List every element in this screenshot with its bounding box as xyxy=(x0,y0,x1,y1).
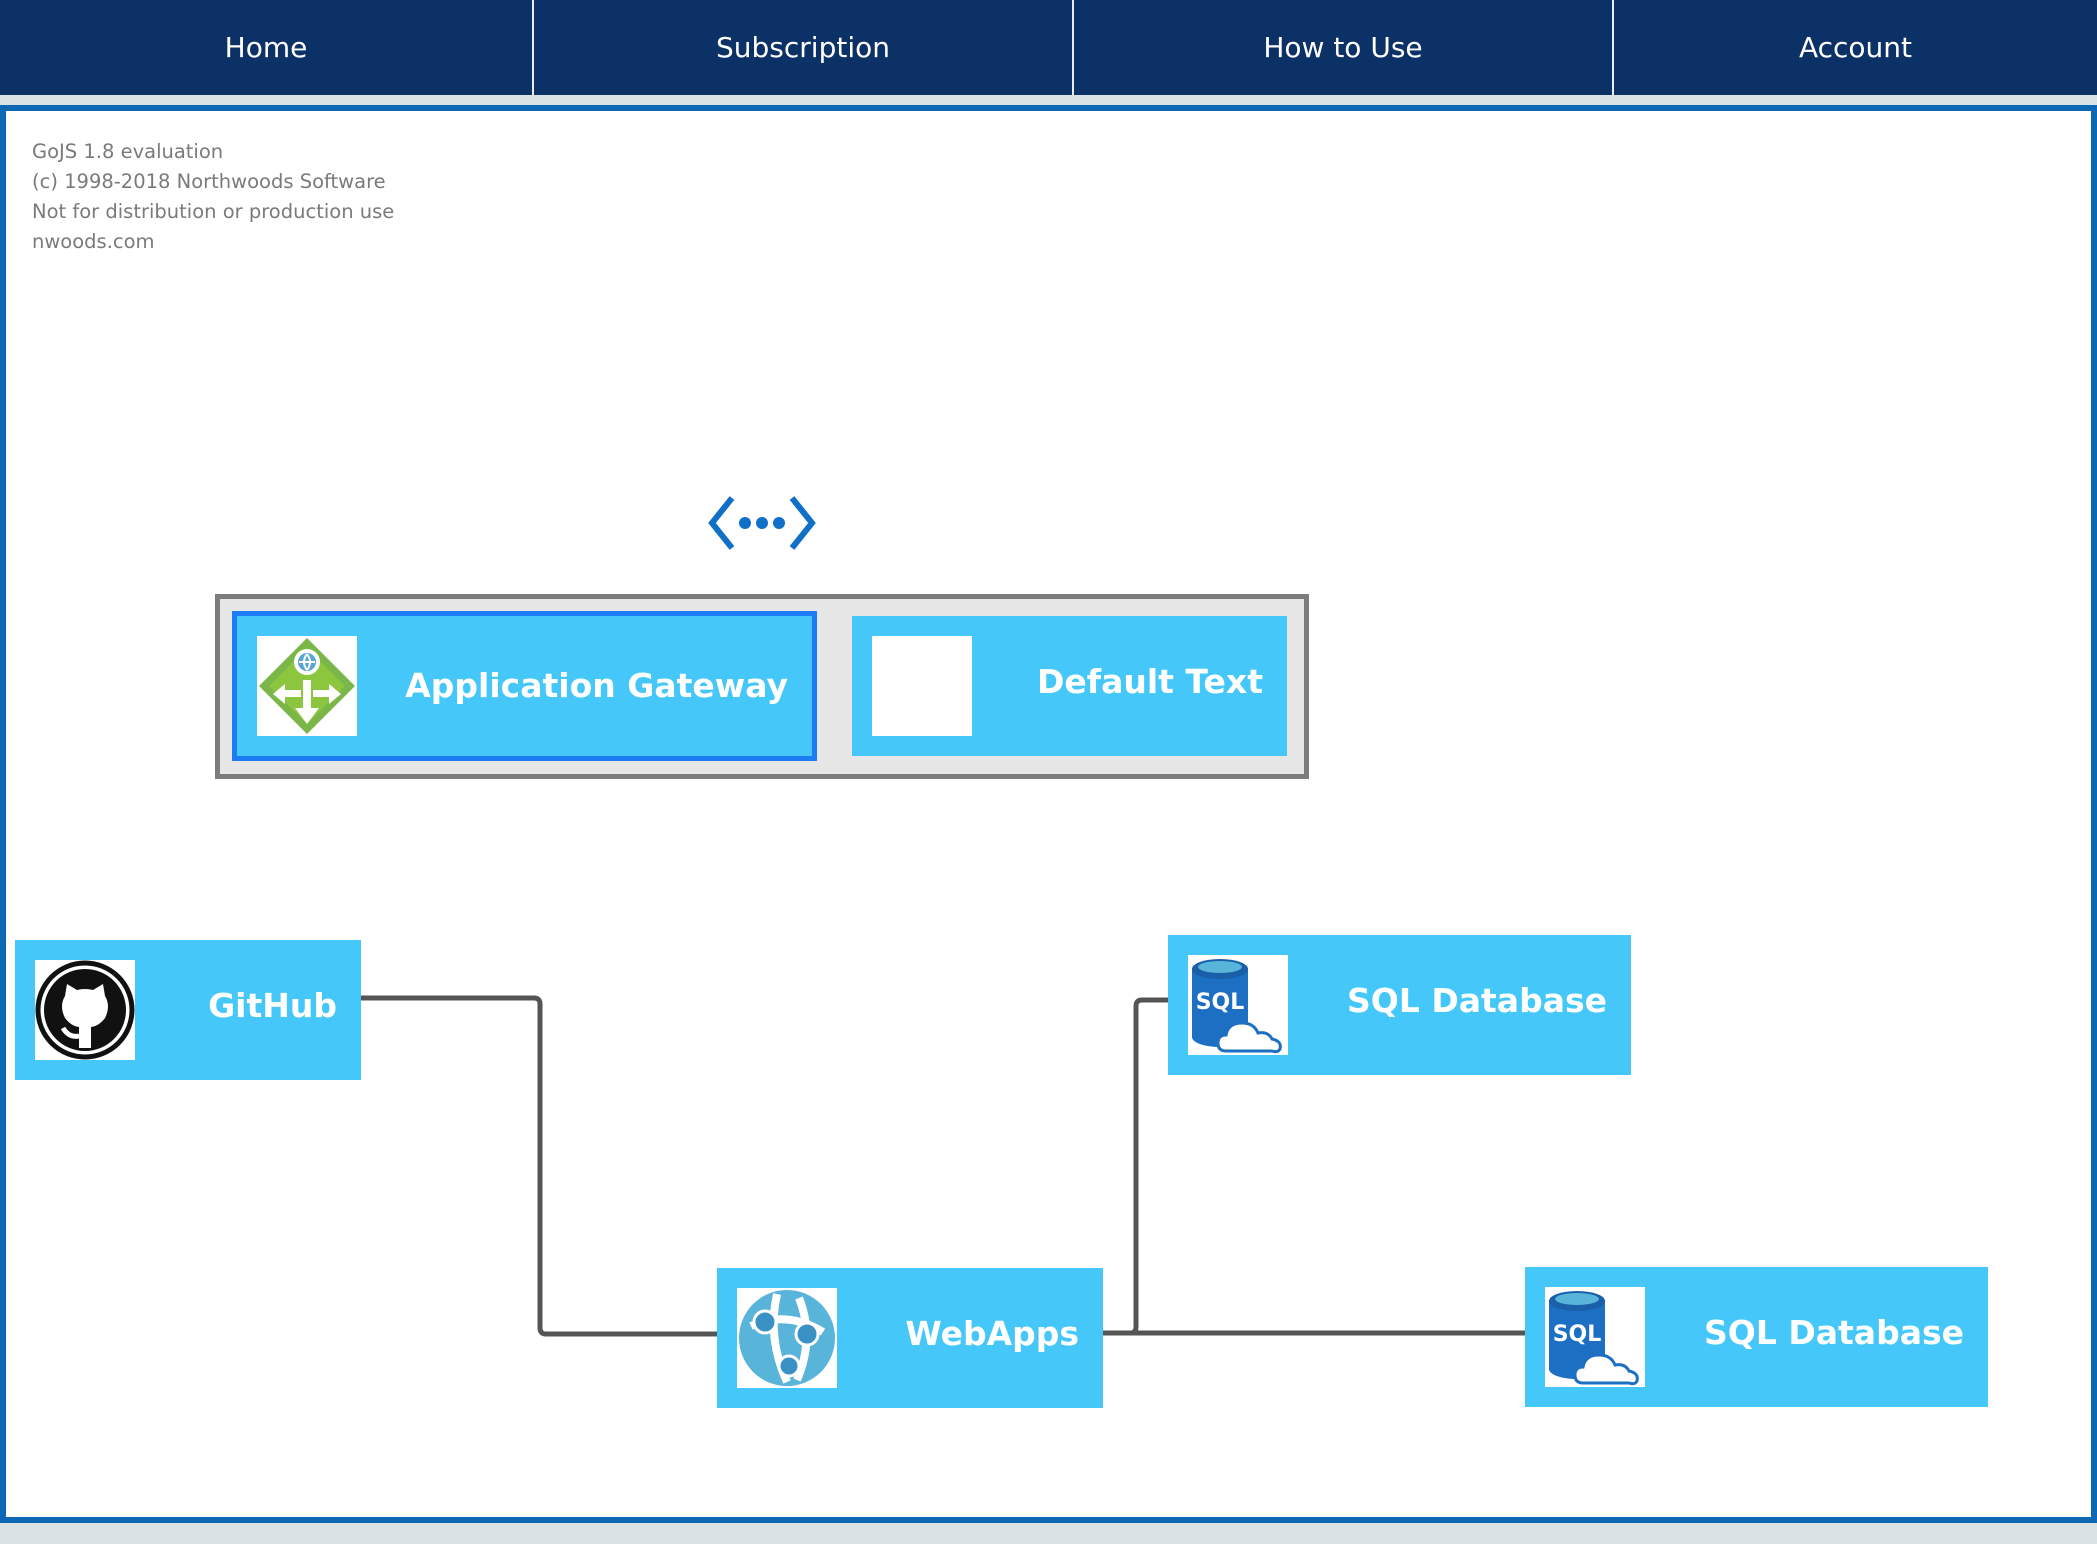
link-github-webapps[interactable] xyxy=(360,995,720,1337)
node-github[interactable]: GitHub xyxy=(15,940,361,1080)
node-label: WebApps xyxy=(905,1314,1079,1353)
webapps-icon xyxy=(737,1288,837,1388)
node-label: GitHub xyxy=(208,986,337,1025)
github-icon xyxy=(35,960,135,1060)
node-application-gateway[interactable]: Application Gateway xyxy=(232,611,817,761)
sql-database-icon: SQL xyxy=(1188,955,1288,1055)
vnet-icon xyxy=(708,496,816,550)
link-webapps-sql-1[interactable] xyxy=(1103,997,1168,1336)
node-webapps[interactable]: WebApps xyxy=(717,1268,1103,1408)
application-gateway-icon xyxy=(257,636,357,736)
sql-database-icon: SQL xyxy=(1545,1287,1645,1387)
node-label: SQL Database xyxy=(1347,981,1607,1020)
nav-account[interactable]: Account xyxy=(1614,0,2097,95)
node-label: Application Gateway xyxy=(405,666,788,705)
top-navigation: Home Subscription How to Use Account xyxy=(0,0,2097,95)
node-default-text[interactable]: Default Text xyxy=(852,616,1287,756)
nav-home[interactable]: Home xyxy=(0,0,534,95)
nav-how-to-use[interactable]: How to Use xyxy=(1074,0,1614,95)
node-label: SQL Database xyxy=(1704,1313,1964,1352)
nav-subscription[interactable]: Subscription xyxy=(534,0,1074,95)
diagram-canvas[interactable]: GoJS 1.8 evaluation (c) 1998-2018 Northw… xyxy=(0,105,2097,1523)
node-label: Default Text xyxy=(1036,662,1263,701)
sql-icon-text: SQL xyxy=(1196,990,1245,1015)
node-sql-database-2[interactable]: SQL SQL Database xyxy=(1525,1267,1988,1407)
sql-icon-text: SQL xyxy=(1553,1322,1602,1347)
blank-icon xyxy=(872,636,972,736)
node-sql-database-1[interactable]: SQL SQL Database xyxy=(1168,935,1631,1075)
